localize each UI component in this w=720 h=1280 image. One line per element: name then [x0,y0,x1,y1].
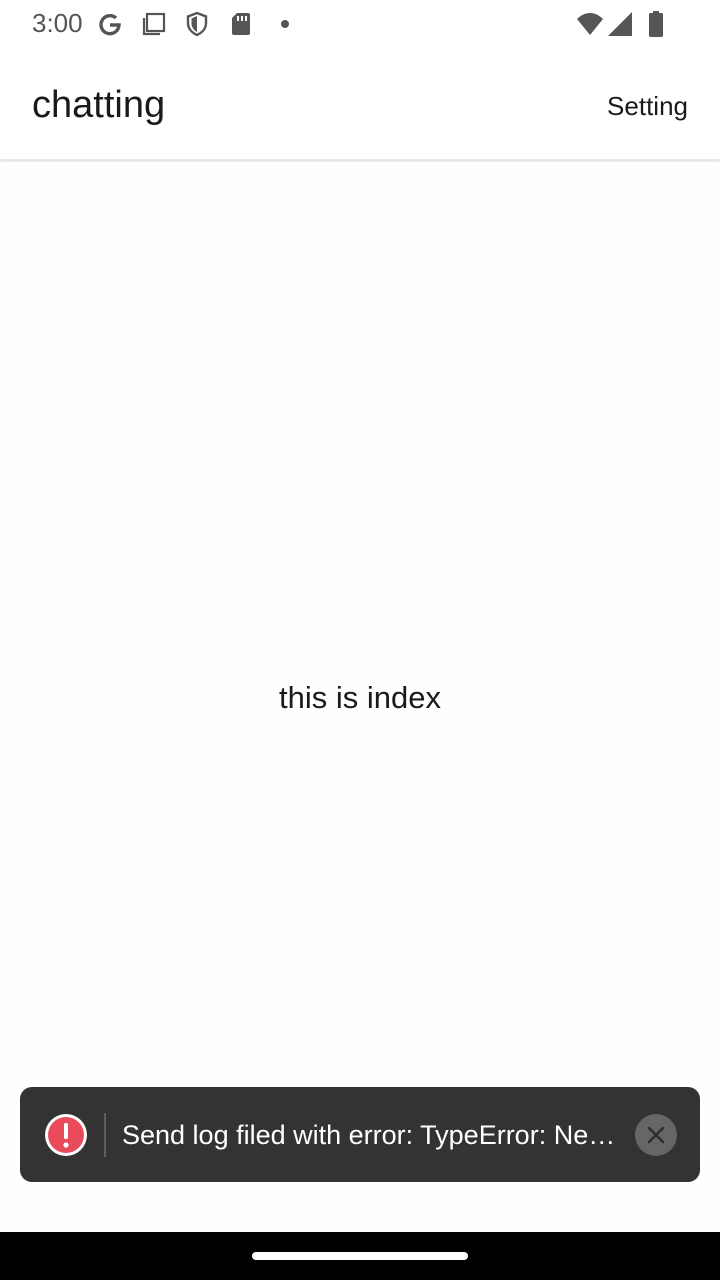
toast-divider [104,1113,106,1157]
error-toast: Send log filed with error: TypeError: Ne… [20,1087,700,1182]
sd-card-icon [227,10,255,38]
signal-icon [606,10,634,38]
status-time: 3:00 [32,8,83,38]
app-bar: chatting Setting [0,48,720,160]
dot-icon [271,10,299,38]
status-bar: 3:00 [0,0,720,48]
battery-icon [642,10,670,38]
google-icon [96,10,124,38]
error-icon [44,1113,88,1157]
index-text: this is index [279,680,441,715]
wifi-icon [576,10,604,38]
close-icon[interactable] [635,1114,677,1156]
navigation-bar [0,1232,720,1280]
screenshot-icon [140,10,168,38]
shield-icon [183,10,211,38]
page-title: chatting [32,84,166,126]
toast-message: Send log filed with error: TypeError: Ne… [122,1120,616,1150]
setting-button[interactable]: Setting [607,90,688,122]
home-handle[interactable] [252,1252,468,1260]
main-content: this is index [0,162,720,1232]
